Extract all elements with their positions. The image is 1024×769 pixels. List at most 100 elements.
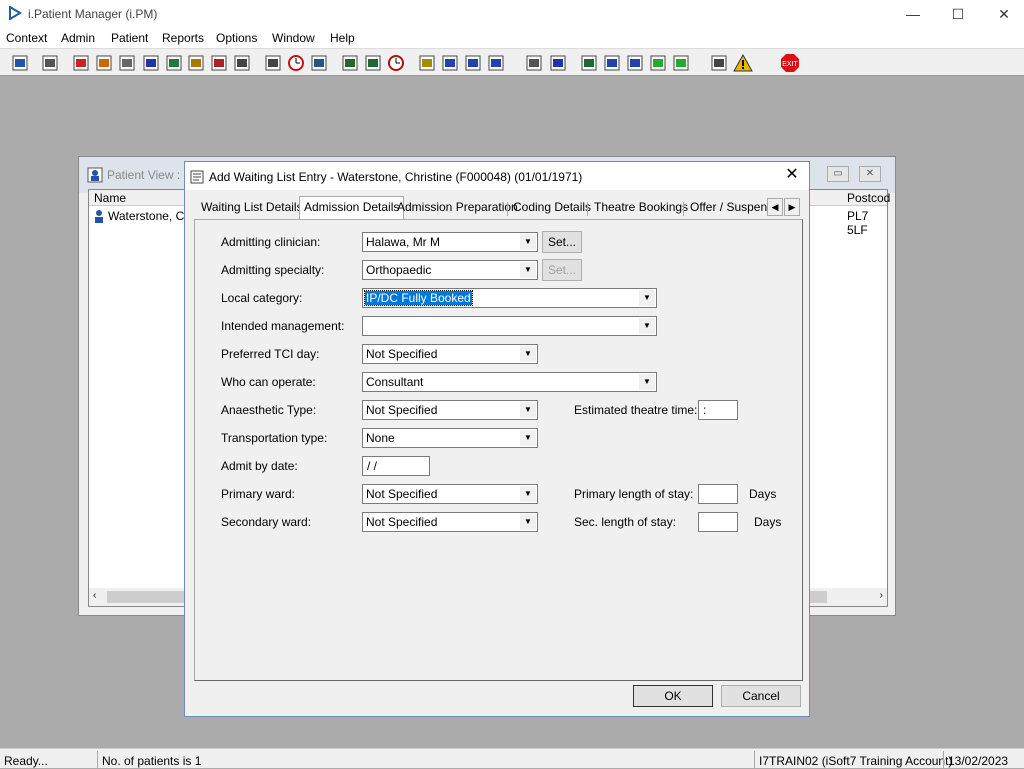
preferred-tci-day-select[interactable]: Not Specified ▼	[362, 344, 538, 364]
toolbar-button-report[interactable]	[363, 53, 383, 73]
tab-coding-details[interactable]: Coding Details	[509, 200, 595, 218]
toolbar-button-patient[interactable]	[10, 53, 30, 73]
admitting-specialty-label: Admitting specialty:	[221, 263, 325, 277]
cancel-button[interactable]: Cancel	[721, 685, 801, 707]
swap-icon	[711, 55, 727, 71]
chevron-down-icon: ▼	[639, 318, 655, 334]
tab-waiting-list-details[interactable]: Waiting List Details	[197, 200, 307, 218]
report-icon	[365, 55, 381, 71]
column-name[interactable]: Name	[94, 191, 126, 205]
toolbar-button-green[interactable]	[648, 53, 668, 73]
toolbar-button-page[interactable]	[524, 53, 544, 73]
chart-icon	[550, 55, 566, 71]
menu-context[interactable]: Context	[6, 31, 47, 45]
minimize-button[interactable]: —	[898, 4, 928, 24]
menu-help[interactable]: Help	[330, 31, 355, 45]
status-ready: Ready...	[4, 754, 48, 768]
chevron-down-icon: ▼	[520, 234, 536, 250]
toolbar-button-register[interactable]	[117, 53, 137, 73]
toolbar-button-edit[interactable]	[94, 53, 114, 73]
patient-row-name[interactable]: Waterstone, Chr	[108, 209, 195, 223]
patient-icon	[87, 167, 103, 183]
dialog-close-button[interactable]: ✕	[783, 166, 801, 184]
tab-scroll-left-icon[interactable]: ◀	[767, 198, 783, 216]
scroll-left-icon[interactable]: ‹	[93, 590, 96, 601]
ok-button[interactable]: OK	[633, 685, 713, 707]
patient-view-restore-button[interactable]: ▭	[827, 166, 849, 182]
menu-window[interactable]: Window	[272, 31, 315, 45]
toolbar-button-chart[interactable]	[548, 53, 568, 73]
register-icon	[119, 55, 135, 71]
primary-length-of-stay-label: Primary length of stay:	[574, 487, 694, 501]
toolbar-button-bed[interactable]	[463, 53, 483, 73]
toolbar-button-doctor[interactable]	[164, 53, 184, 73]
toolbar-button-people[interactable]	[486, 53, 506, 73]
edit-icon	[96, 55, 112, 71]
globe-icon	[581, 55, 597, 71]
local-category-select[interactable]: IP/DC Fully Booked ▼	[362, 288, 657, 308]
patient-view-close-button[interactable]: ✕	[859, 166, 881, 182]
scroll-right-icon[interactable]: ›	[880, 590, 883, 601]
toolbar-button-globe[interactable]	[579, 53, 599, 73]
tab-admission-details[interactable]: Admission Details	[299, 196, 405, 220]
toolbar-button-forms[interactable]	[232, 53, 252, 73]
primary-length-of-stay-input[interactable]	[698, 484, 738, 504]
menu-reports[interactable]: Reports	[162, 31, 204, 45]
admit-by-date-input[interactable]: / /	[362, 456, 430, 476]
status-bar: Ready... No. of patients is 1 I7TRAIN02 …	[0, 748, 1024, 769]
tab-separator	[587, 202, 588, 216]
set-specialty-button[interactable]: Set...	[542, 259, 582, 281]
status-date: 13/02/2023	[943, 751, 1024, 769]
green-icon	[650, 55, 666, 71]
sec-length-of-stay-input[interactable]	[698, 512, 738, 532]
secondary-ward-select[interactable]: Not Specified ▼	[362, 512, 538, 532]
tab-admission-preparation[interactable]: Admission Preparation	[393, 200, 522, 218]
toolbar-button-check2[interactable]	[671, 53, 691, 73]
maximize-button[interactable]: ☐	[943, 4, 973, 24]
anaesthetic-type-select[interactable]: Not Specified ▼	[362, 400, 538, 420]
toolbar-button-mail2[interactable]	[625, 53, 645, 73]
close-button[interactable]: ✕	[989, 4, 1019, 24]
intended-management-select[interactable]: ▼	[362, 316, 657, 336]
toolbar-button-referral[interactable]	[263, 53, 283, 73]
primary-ward-select[interactable]: Not Specified ▼	[362, 484, 538, 504]
toolbar-button-clock[interactable]	[286, 53, 306, 73]
toolbar-button-printer[interactable]	[40, 53, 60, 73]
toolbar-button-list[interactable]	[340, 53, 360, 73]
toolbar-button-swap[interactable]	[709, 53, 729, 73]
toolbar-button-book[interactable]	[71, 53, 91, 73]
estimated-theatre-time-label: Estimated theatre time:	[574, 403, 698, 417]
set-clinician-button[interactable]: Set...	[542, 231, 582, 253]
toolbar-button-card[interactable]	[209, 53, 229, 73]
column-postcode[interactable]: Postcod	[847, 191, 890, 205]
estimated-theatre-time-input[interactable]: :	[698, 400, 738, 420]
chevron-down-icon: ▼	[520, 346, 536, 362]
toolbar-button-monitor[interactable]	[309, 53, 329, 73]
toolbar-button-warning[interactable]	[733, 53, 753, 73]
transportation-type-select[interactable]: None ▼	[362, 428, 538, 448]
toolbar-button-m[interactable]	[141, 53, 161, 73]
admitting-clinician-select[interactable]: Halawa, Mr M ▼	[362, 232, 538, 252]
tab-separator	[683, 202, 684, 216]
admitting-specialty-select[interactable]: Orthopaedic ▼	[362, 260, 538, 280]
sec-length-of-stay-label: Sec. length of stay:	[574, 515, 677, 529]
list-icon	[342, 55, 358, 71]
menu-patient[interactable]: Patient	[111, 31, 148, 45]
svg-text:EXIT: EXIT	[782, 61, 798, 68]
toolbar-button-check[interactable]	[440, 53, 460, 73]
app-titlebar: i.Patient Manager (i.PM) — ☐ ✕	[0, 0, 1024, 28]
who-can-operate-select[interactable]: Consultant ▼	[362, 372, 657, 392]
menu-bar: Context Admin Patient Reports Options Wi…	[0, 28, 1024, 48]
toolbar-button-notes[interactable]	[186, 53, 206, 73]
menu-options[interactable]: Options	[216, 31, 257, 45]
toolbar-button-doc[interactable]	[417, 53, 437, 73]
tab-theatre-bookings[interactable]: Theatre Bookings	[590, 200, 692, 218]
toolbar-button-clock2[interactable]	[386, 53, 406, 73]
menu-admin[interactable]: Admin	[61, 31, 95, 45]
tab-offer-suspend[interactable]: Offer / Suspend	[686, 200, 778, 218]
patient-icon	[12, 55, 28, 71]
patient-row-postcode[interactable]: PL7 5LF	[847, 209, 887, 237]
tab-scroll-right-icon[interactable]: ▶	[784, 198, 800, 216]
exit-button[interactable]: EXIT	[780, 53, 800, 73]
toolbar-button-mail[interactable]	[602, 53, 622, 73]
